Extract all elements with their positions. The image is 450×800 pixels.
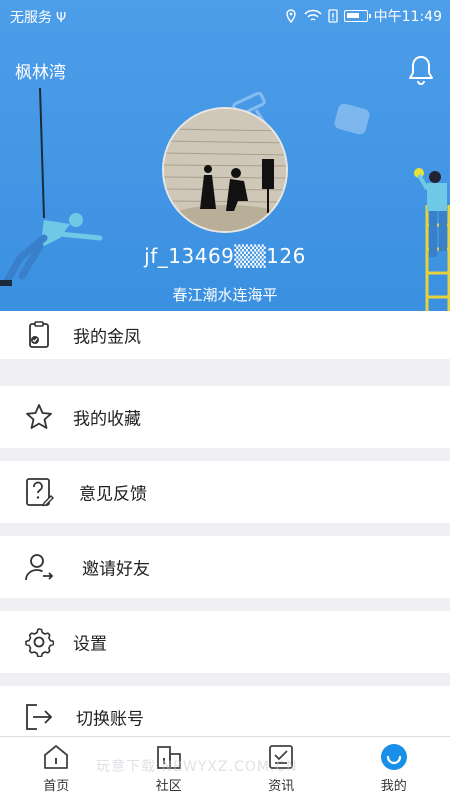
tab-label: 社区 — [155, 779, 182, 794]
menu-item-jinfeng[interactable]: 我的金凤 — [0, 311, 450, 359]
menu-item-switch-account[interactable]: 切换账号 — [0, 686, 450, 736]
menu-item-label: 设置 — [73, 634, 107, 655]
avatar[interactable] — [162, 107, 288, 233]
clock-text: 中午11:49 — [373, 9, 442, 25]
menu-item-settings[interactable]: 设置 — [0, 611, 450, 673]
tab-news[interactable]: 资讯 — [225, 737, 338, 800]
tab-community[interactable]: 社区 — [113, 737, 226, 800]
menu-item-feedback[interactable]: 意见反馈 — [0, 461, 450, 523]
bottom-nav: 首页 社区 资讯 我的 玩意下载 NBWYXZ.COM.CN — [0, 736, 450, 800]
wifi-icon — [304, 9, 322, 21]
clipboard-check-icon — [29, 321, 49, 348]
community-icon — [156, 746, 181, 769]
menu-item-label: 我的金凤 — [73, 327, 141, 348]
brush-decoration-icon — [334, 103, 370, 135]
menu-item-invite[interactable]: 邀请好友 — [0, 536, 450, 598]
username: jf_13469▒▒126 — [144, 244, 306, 268]
home-icon — [44, 745, 69, 769]
avatar-image — [164, 109, 286, 231]
status-left: 无服务 Ψ — [10, 7, 66, 27]
status-right: 中午11:49 — [284, 6, 442, 26]
tab-mine[interactable]: 我的 — [338, 737, 450, 800]
news-icon — [269, 745, 294, 769]
signature: 春江潮水连海平 — [172, 286, 278, 304]
alert-icon — [327, 9, 338, 23]
profile-header: 枫林湾 jf_13469▒▒126 春江潮水连海平 — [0, 0, 450, 325]
menu-item-label: 切换账号 — [76, 709, 144, 730]
menu-item-label: 我的收藏 — [73, 409, 141, 430]
community-name[interactable]: 枫林湾 — [15, 58, 66, 83]
logout-icon — [26, 704, 53, 730]
tab-label: 资讯 — [268, 779, 295, 794]
menu-item-label: 邀请好友 — [82, 559, 150, 580]
user-invite-icon — [25, 554, 54, 581]
profile-smile-icon — [380, 744, 407, 770]
location-icon — [285, 9, 296, 23]
tab-home[interactable]: 首页 — [0, 737, 113, 800]
star-icon — [26, 404, 52, 429]
tab-label: 我的 — [380, 779, 407, 794]
battery-icon — [343, 10, 371, 22]
bell-icon[interactable] — [406, 54, 436, 86]
menu-item-label: 意见反馈 — [79, 484, 147, 505]
carrier-text: 无服务 — [10, 10, 52, 26]
usb-icon: Ψ — [56, 11, 67, 26]
tab-label: 首页 — [43, 779, 70, 794]
question-edit-icon — [26, 478, 54, 507]
gear-icon — [25, 628, 54, 657]
menu-item-favorites[interactable]: 我的收藏 — [0, 386, 450, 448]
status-bar: 无服务 Ψ 中午11:49 — [0, 0, 450, 32]
